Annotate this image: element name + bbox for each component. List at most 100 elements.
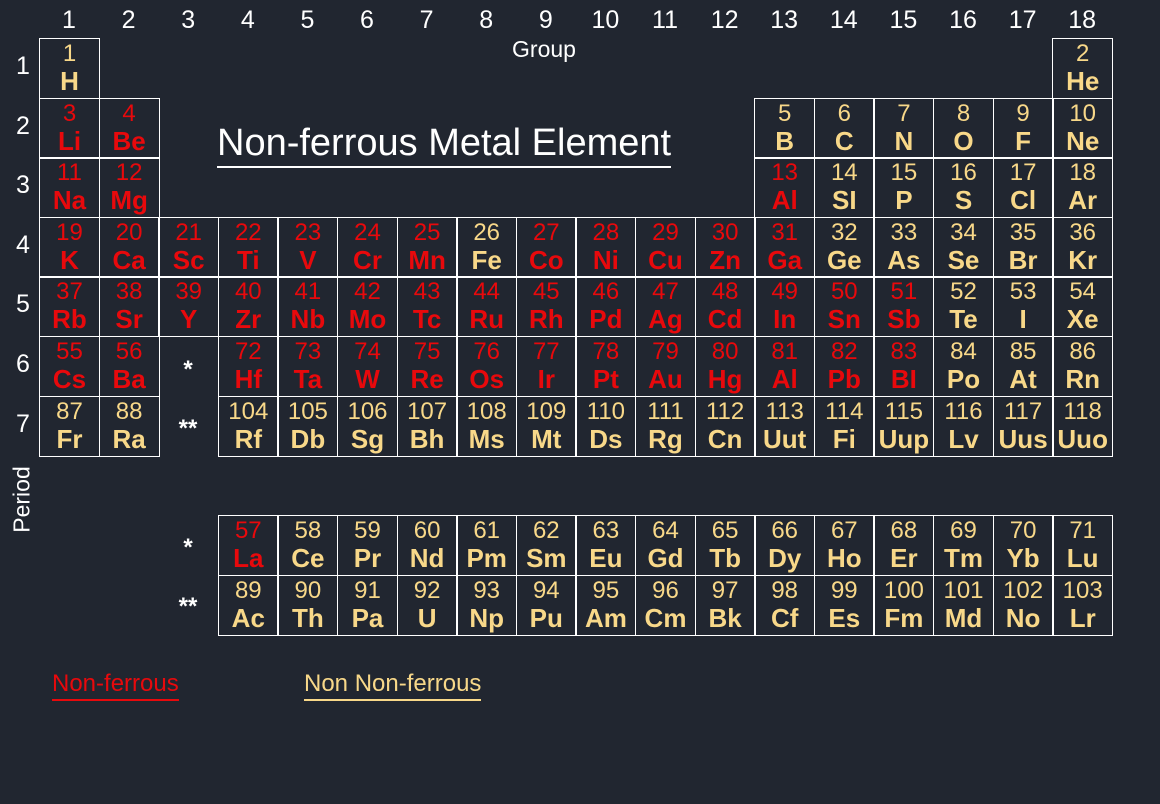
- element-cell-pt[interactable]: 78 Pt: [575, 336, 637, 397]
- element-cell-k[interactable]: 19 K: [39, 216, 100, 278]
- element-cell-i[interactable]: 53 I: [992, 276, 1054, 338]
- element-cell-ce[interactable]: 58 Ce: [277, 515, 339, 576]
- element-cell-mo[interactable]: 42 Mo: [337, 276, 398, 338]
- element-cell-nd[interactable]: 60 Nd: [396, 515, 458, 576]
- element-cell-fm[interactable]: 100 Fm: [873, 574, 935, 636]
- element-cell-f[interactable]: 9F: [992, 97, 1054, 159]
- element-cell-sr[interactable]: 38 Sr: [98, 276, 160, 338]
- element-cell-cs[interactable]: 55 Cs: [39, 336, 100, 397]
- element-cell-be[interactable]: 4 Be: [98, 97, 160, 159]
- element-cell-lr[interactable]: 103 Lr: [1052, 574, 1114, 636]
- element-cell-w[interactable]: 74 W: [337, 336, 398, 397]
- element-cell-pb[interactable]: 82 Pb: [813, 336, 875, 397]
- element-cell-th[interactable]: 90 Th: [277, 574, 339, 636]
- element-cell-pa[interactable]: 91 Pa: [337, 574, 398, 636]
- element-cell-b[interactable]: 5B: [754, 97, 816, 159]
- element-cell-cu[interactable]: 29 Cu: [635, 216, 696, 278]
- element-cell-cd[interactable]: 48 Cd: [694, 276, 756, 338]
- element-cell-er[interactable]: 68 Er: [873, 515, 935, 576]
- element-cell-ga[interactable]: 31 Ga: [754, 216, 816, 278]
- element-cell-ir[interactable]: 77 Ir: [515, 336, 577, 397]
- element-cell-ac[interactable]: 89 Ac: [217, 574, 279, 636]
- element-cell-ca[interactable]: 20 Ca: [98, 216, 160, 278]
- element-cell-fe[interactable]: 26 Fe: [456, 216, 518, 278]
- element-cell-sc[interactable]: 21 Sc: [158, 216, 220, 278]
- element-cell-h[interactable]: 1H: [39, 38, 100, 99]
- element-cell-bk[interactable]: 97 Bk: [694, 574, 756, 636]
- element-cell-pd[interactable]: 46 Pd: [575, 276, 637, 338]
- element-cell-cl[interactable]: 17 Cl: [992, 157, 1054, 219]
- element-cell-pu[interactable]: 94 Pu: [515, 574, 577, 636]
- element-cell-ms[interactable]: 108 Ms: [456, 395, 518, 457]
- element-cell-lv[interactable]: 116 Lv: [933, 395, 994, 457]
- element-cell-xe[interactable]: 54 Xe: [1052, 276, 1114, 338]
- element-cell-uus[interactable]: 117 Uus: [992, 395, 1054, 457]
- element-cell-rn[interactable]: 86 Rn: [1052, 336, 1114, 397]
- element-cell-te[interactable]: 52 Te: [933, 276, 994, 338]
- element-cell-kr[interactable]: 36 Kr: [1052, 216, 1114, 278]
- element-cell-sg[interactable]: 106 Sg: [337, 395, 398, 457]
- element-cell-as[interactable]: 33 As: [873, 216, 935, 278]
- element-cell-eu[interactable]: 63 Eu: [575, 515, 637, 576]
- element-cell-lu[interactable]: 71 Lu: [1052, 515, 1114, 576]
- element-cell-at[interactable]: 85 At: [992, 336, 1054, 397]
- element-cell-ni[interactable]: 28 Ni: [575, 216, 637, 278]
- element-cell-p[interactable]: 15 P: [873, 157, 935, 219]
- element-cell-au[interactable]: 79 Au: [635, 336, 696, 397]
- element-cell-mg[interactable]: 12 Mg: [98, 157, 160, 219]
- element-cell-tm[interactable]: 69 Tm: [933, 515, 994, 576]
- element-cell-no[interactable]: 102 No: [992, 574, 1054, 636]
- element-cell-al[interactable]: 81 Al: [754, 336, 816, 397]
- element-cell-tc[interactable]: 43 Tc: [396, 276, 458, 338]
- element-cell-np[interactable]: 93 Np: [456, 574, 518, 636]
- element-cell-mt[interactable]: 109 Mt: [515, 395, 577, 457]
- element-cell-cf[interactable]: 98 Cf: [754, 574, 816, 636]
- element-cell-bh[interactable]: 107 Bh: [396, 395, 458, 457]
- element-cell-rb[interactable]: 37 Rb: [39, 276, 100, 338]
- element-cell-bi[interactable]: 83 BI: [873, 336, 935, 397]
- element-cell-la[interactable]: 57 La: [217, 515, 279, 576]
- element-cell-os[interactable]: 76 Os: [456, 336, 518, 397]
- element-cell-ba[interactable]: 56 Ba: [98, 336, 160, 397]
- element-cell-mn[interactable]: 25 Mn: [396, 216, 458, 278]
- element-cell-ti[interactable]: 22 Ti: [217, 216, 279, 278]
- element-cell-zr[interactable]: 40 Zr: [217, 276, 279, 338]
- element-cell-rg[interactable]: 111 Rg: [635, 395, 696, 457]
- element-cell-u[interactable]: 92 U: [396, 574, 458, 636]
- element-cell-uup[interactable]: 115 Uup: [873, 395, 935, 457]
- element-cell-fr[interactable]: 87 Fr: [39, 395, 100, 457]
- element-cell-ta[interactable]: 73 Ta: [277, 336, 339, 397]
- element-cell-yb[interactable]: 70 Yb: [992, 515, 1054, 576]
- element-cell-c[interactable]: 6C: [813, 97, 875, 159]
- element-cell-v[interactable]: 23 V: [277, 216, 339, 278]
- element-cell-ru[interactable]: 44 Ru: [456, 276, 518, 338]
- element-cell-na[interactable]: 11 Na: [39, 157, 100, 219]
- element-cell-dy[interactable]: 66 Dy: [754, 515, 816, 576]
- element-cell-ge[interactable]: 32 Ge: [813, 216, 875, 278]
- element-cell-rh[interactable]: 45 Rh: [515, 276, 577, 338]
- element-cell-ds[interactable]: 110 Ds: [575, 395, 637, 457]
- element-cell-cm[interactable]: 96 Cm: [635, 574, 696, 636]
- element-cell-in[interactable]: 49 In: [754, 276, 816, 338]
- element-cell-tb[interactable]: 65 Tb: [694, 515, 756, 576]
- element-cell-hg[interactable]: 80 Hg: [694, 336, 756, 397]
- element-cell-he[interactable]: 2 He: [1052, 38, 1114, 99]
- element-cell-nb[interactable]: 41 Nb: [277, 276, 339, 338]
- element-cell-ag[interactable]: 47 Ag: [635, 276, 696, 338]
- element-cell-po[interactable]: 84 Po: [933, 336, 994, 397]
- element-cell-es[interactable]: 99 Es: [813, 574, 875, 636]
- element-cell-sn[interactable]: 50 Sn: [813, 276, 875, 338]
- element-cell-gd[interactable]: 64 Gd: [635, 515, 696, 576]
- element-cell-br[interactable]: 35 Br: [992, 216, 1054, 278]
- element-cell-li[interactable]: 3 Li: [39, 97, 100, 159]
- element-cell-hf[interactable]: 72 Hf: [217, 336, 279, 397]
- element-cell-md[interactable]: 101 Md: [933, 574, 994, 636]
- element-cell-sm[interactable]: 62 Sm: [515, 515, 577, 576]
- element-cell-n[interactable]: 7N: [873, 97, 935, 159]
- element-cell-ne[interactable]: 10 Ne: [1052, 97, 1114, 159]
- element-cell-si[interactable]: 14 SI: [813, 157, 875, 219]
- element-cell-rf[interactable]: 104 Rf: [217, 395, 279, 457]
- element-cell-re[interactable]: 75 Re: [396, 336, 458, 397]
- element-cell-am[interactable]: 95 Am: [575, 574, 637, 636]
- element-cell-al[interactable]: 13 Al: [754, 157, 816, 219]
